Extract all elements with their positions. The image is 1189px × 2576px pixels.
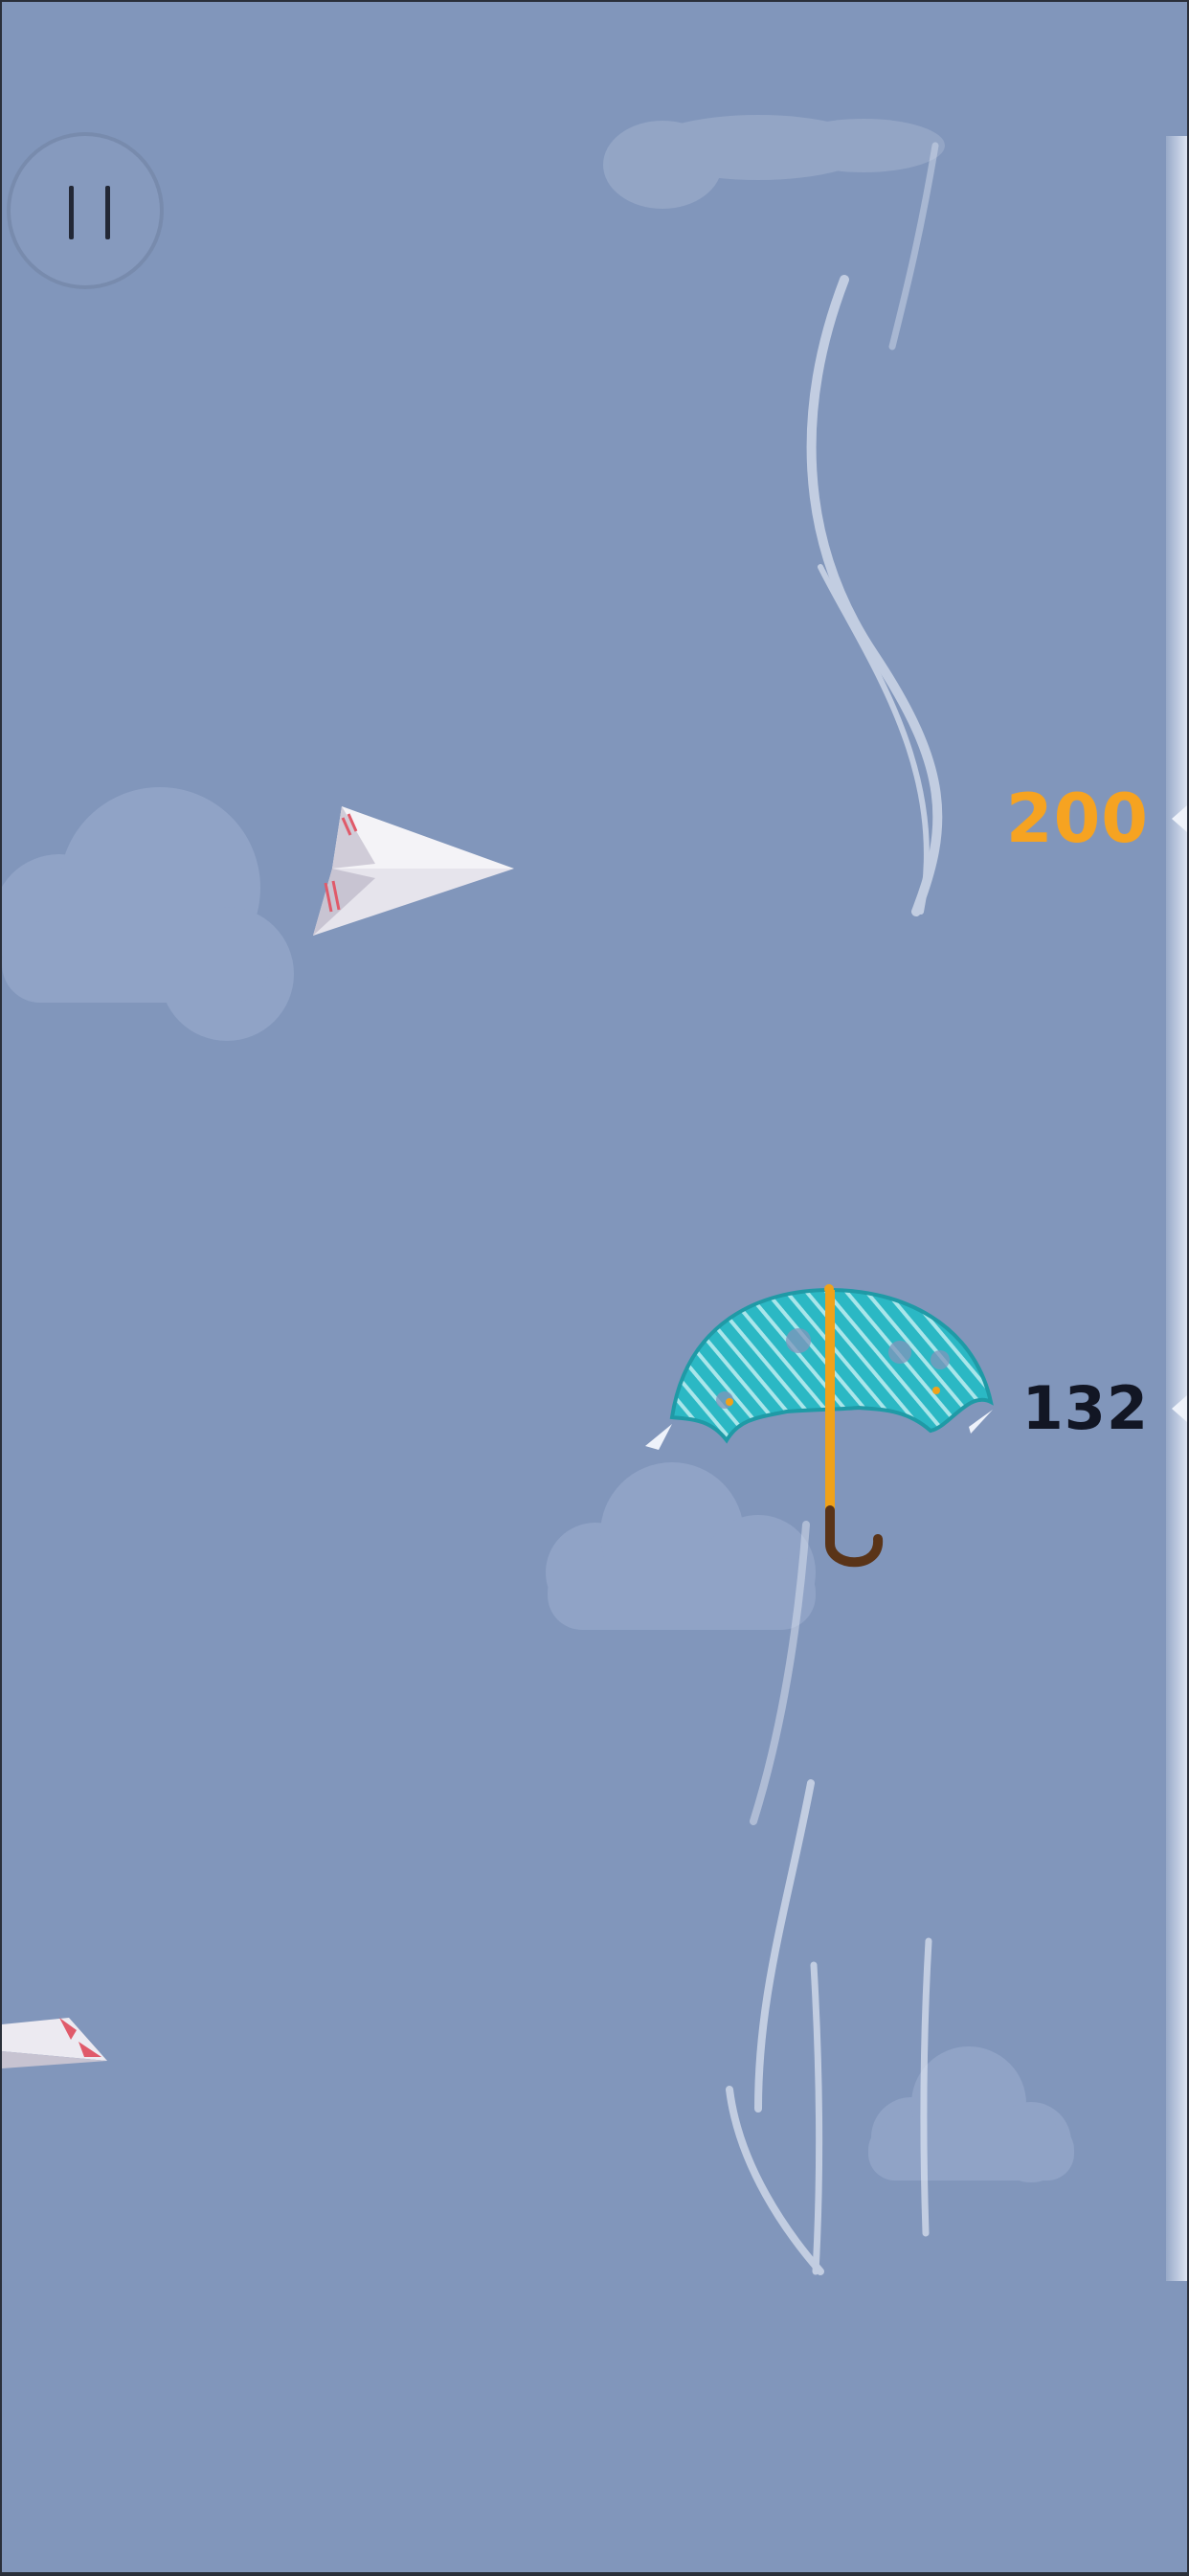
- best-altitude-value: 200: [1005, 780, 1149, 858]
- marker-notch: [1172, 1394, 1187, 1422]
- current-altitude-marker: 132: [1022, 1373, 1187, 1443]
- marker-notch: [1172, 805, 1187, 832]
- current-altitude-value: 132: [1021, 1373, 1149, 1443]
- altitude-track: [1166, 136, 1187, 2281]
- umbrella-player: [645, 1284, 994, 1568]
- best-altitude-marker: 200: [1006, 780, 1187, 858]
- game-stage: 200 132: [2, 2, 1187, 2572]
- umbrella-icon: [645, 1284, 994, 1568]
- pause-button[interactable]: [7, 132, 164, 289]
